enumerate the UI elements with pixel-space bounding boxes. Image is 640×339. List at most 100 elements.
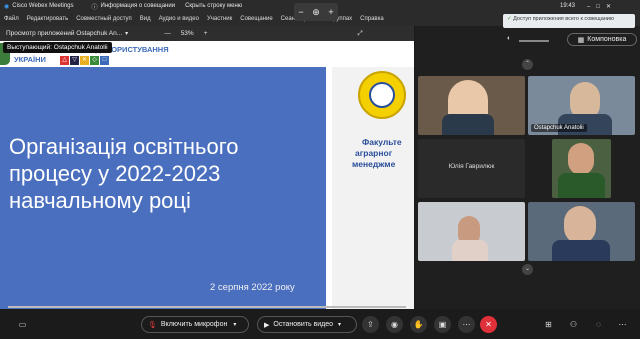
window-controls: –□✕ (587, 3, 617, 10)
participant-avatar (564, 206, 596, 244)
panel-more-button[interactable]: ⋯ (614, 316, 631, 333)
share-label: Просмотр приложений Ostapchuk An... (6, 30, 123, 37)
close-icon[interactable]: ✕ (606, 4, 617, 10)
participant-name: Ostapchuk Anatolii (531, 124, 587, 132)
zoom-icon[interactable]: ⊕ (312, 7, 320, 18)
meeting-info-link[interactable]: Информация о совещании (101, 3, 176, 9)
maximize-icon[interactable]: □ (596, 4, 606, 10)
logo-x-icon: ✕ (80, 56, 89, 65)
video-tile-5[interactable] (418, 202, 525, 261)
control-bar: ▭ 🎙︎ Включить микрофон ▾ ▶ Остановить ви… (0, 309, 640, 339)
fullscreen-icon[interactable]: ⤢ (358, 30, 363, 38)
reactions-button[interactable]: ✋ (410, 316, 427, 333)
webex-logo-icon: ◉ (4, 3, 10, 10)
camera-icon: ▶ (264, 321, 270, 329)
horizontal-scrollbar[interactable] (8, 306, 406, 308)
slide-date: 2 серпня 2022 року (210, 282, 295, 293)
faculty-line-2: аграрног (355, 148, 393, 158)
share-view-bar: Просмотр приложений Ostapchuk An... ▾ — … (0, 26, 414, 41)
clock: 19:43 (560, 3, 576, 9)
menu-help[interactable]: Справка (360, 16, 384, 22)
check-icon: ✓ (507, 16, 512, 22)
zoom-out-button[interactable]: − (298, 7, 303, 17)
logo-shapes: △ ▽ ✕ ◇ □ (60, 56, 109, 65)
chat-button[interactable]: ◌ (590, 316, 607, 333)
info-icon[interactable]: ⓘ (92, 2, 98, 11)
video-tile-4[interactable] (552, 139, 611, 198)
menu-edit[interactable]: Редактировать (27, 16, 68, 22)
app-name: Cisco Webex Meetings (12, 3, 74, 9)
participant-avatar (568, 143, 594, 175)
volume-slider[interactable]: ◐ (507, 35, 553, 46)
layout-button[interactable]: ▦ Компоновка (567, 33, 637, 46)
menu-audio-video[interactable]: Аудио и видео (159, 16, 199, 22)
participants-panel: ✓ Доступ приложения всего к совещанию ◐ … (415, 14, 640, 309)
zoom-plus-button[interactable]: + (204, 30, 208, 37)
globe-icon (369, 82, 395, 108)
mic-dropdown-icon[interactable]: ▾ (233, 321, 236, 328)
mute-button[interactable]: 🎙︎ Включить микрофон ▾ (141, 316, 249, 333)
minimize-icon[interactable]: – (587, 4, 596, 10)
mute-label: Включить микрофон (160, 321, 228, 328)
slide-side-panel: Факульте аграрног менеджме (332, 67, 414, 309)
faculty-line-3: менеджме (352, 159, 396, 169)
slide-title: Організація освітнього процесу у 2022-20… (9, 134, 239, 213)
layout-label: Компоновка (587, 36, 627, 43)
hide-menu-link[interactable]: Скрыть строку меню (185, 3, 242, 9)
mic-off-icon: 🎙︎ (148, 321, 157, 329)
video-dropdown-icon[interactable]: ▾ (338, 321, 341, 328)
notification-text: Доступ приложения всего к совещанию (513, 16, 614, 22)
more-icon: ⋯ (462, 320, 471, 329)
more-button[interactable]: ⋯ (458, 316, 475, 333)
menu-meeting[interactable]: Совещание (240, 16, 272, 22)
captions-button[interactable]: ▭ (14, 316, 31, 333)
participant-name: Юлія Гаврилюк (448, 163, 495, 170)
faculty-emblem (358, 71, 406, 119)
video-tile-3[interactable]: Юлія Гаврилюк (418, 139, 525, 198)
logo-diamond-icon: ◇ (90, 56, 99, 65)
participants-icon: ⚇ (569, 320, 578, 329)
dropdown-icon[interactable]: ▾ (125, 30, 128, 37)
video-tile-2[interactable]: Ostapchuk Anatolii (528, 76, 635, 135)
logo-square-icon: □ (100, 56, 109, 65)
layout-icon: ▦ (577, 36, 585, 44)
captions-icon: ▭ (18, 320, 27, 329)
chat-icon: ◌ (596, 320, 601, 329)
menu-file[interactable]: Файл (4, 16, 19, 22)
record-button[interactable]: ◉ (386, 316, 403, 333)
logo-down-triangle-icon: ▽ (70, 56, 79, 65)
video-tile-6[interactable] (528, 202, 635, 261)
org-line-2: УКРАЇНИ (14, 55, 46, 64)
zoom-in-button[interactable]: + (328, 7, 333, 17)
slide-main-panel: Організація освітнього процесу у 2022-20… (0, 67, 326, 309)
faculty-line-1: Факульте (362, 137, 402, 147)
leave-button[interactable]: ✕ (480, 316, 497, 333)
share-button[interactable]: ⇪ (362, 316, 379, 333)
scroll-down-button[interactable]: ⌄ (522, 264, 533, 275)
record-icon: ◉ (391, 320, 398, 329)
zoom-value[interactable]: 53% (181, 30, 194, 37)
more-icon: ⋯ (618, 320, 627, 329)
share-icon: ⇪ (367, 320, 374, 329)
breakout-button[interactable]: ⊞ (540, 316, 557, 333)
menu-share[interactable]: Совместный доступ (76, 16, 132, 22)
close-icon: ✕ (485, 320, 492, 329)
hand-icon: ✋ (413, 320, 424, 329)
zoom-minus-button[interactable]: — (164, 30, 171, 37)
video-tile-1[interactable] (418, 76, 525, 135)
zoom-control: − ⊕ + (294, 3, 338, 21)
menu-view[interactable]: Вид (140, 16, 151, 22)
participants-button[interactable]: ⚇ (565, 316, 582, 333)
breakout-icon: ⊞ (545, 320, 552, 329)
menu-participant[interactable]: Участник (207, 16, 232, 22)
notification-toast: ✓ Доступ приложения всего к совещанию (503, 14, 635, 28)
shared-content: ВОРЕСУРСІВ І ПРИРОДОКОРИСТУВАННЯ УКРАЇНИ… (0, 41, 414, 309)
video-button[interactable]: ▶ Остановить видео ▾ (257, 316, 357, 333)
scroll-up-button[interactable]: ⌃ (522, 59, 533, 70)
apps-button[interactable]: ▣ (434, 316, 451, 333)
logo-triangle-icon: △ (60, 56, 69, 65)
volume-icon: ◐ (507, 35, 512, 42)
video-label: Остановить видео (273, 321, 334, 328)
apps-icon: ▣ (438, 320, 447, 329)
presenter-tag: Выступающий: Ostapchuk Anatolii (3, 42, 112, 53)
